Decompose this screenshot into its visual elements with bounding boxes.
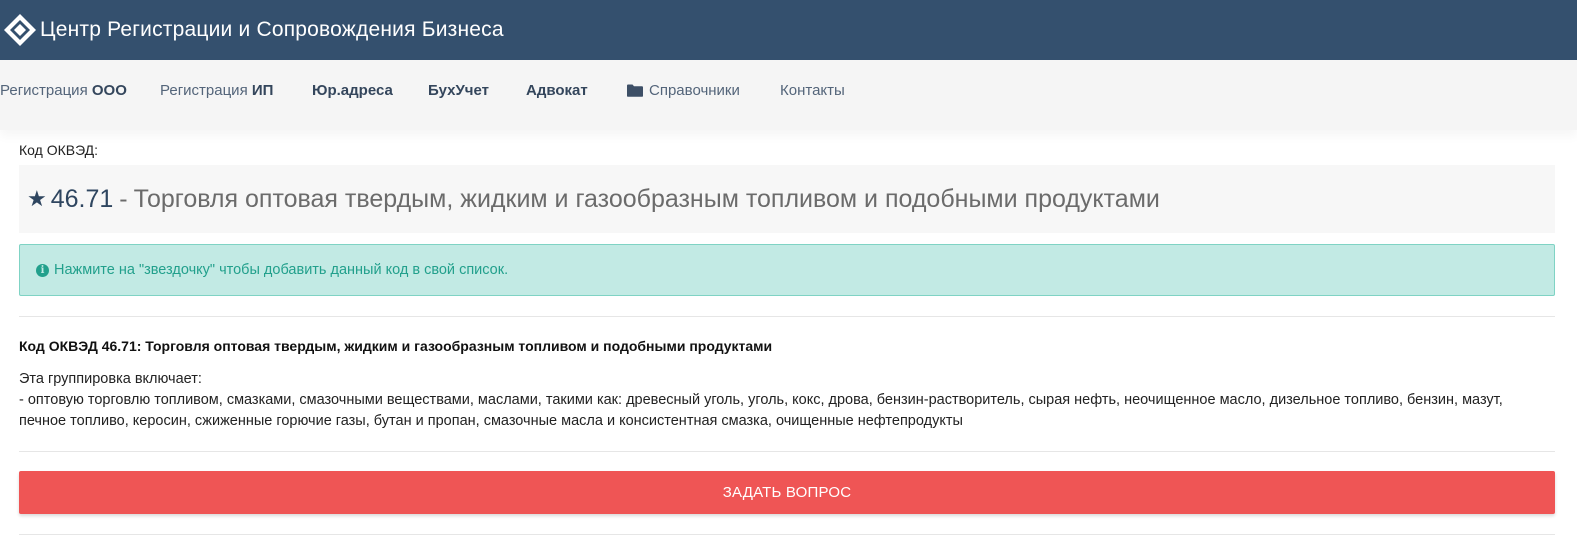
nav-item-contacts[interactable]: Контакты: [780, 60, 845, 122]
brand-title[interactable]: Центр Регистрации и Сопровождения Бизнес…: [40, 18, 504, 42]
okved-field-label: Код ОКВЭД:: [19, 142, 99, 158]
nav-item-register-ip[interactable]: Регистрация ИП: [160, 60, 273, 122]
description-heading: Код ОКВЭД 46.71: Торговля оптовая тверды…: [19, 338, 773, 354]
okved-code: 46.71: [50, 184, 114, 213]
ask-question-button[interactable]: ЗАДАТЬ ВОПРОС: [19, 471, 1555, 514]
okved-title: Торговля оптовая твердым, жидким и газоо…: [133, 184, 1160, 213]
top-header: Центр Регистрации и Сопровождения Бизнес…: [0, 0, 1577, 60]
info-icon: i: [36, 263, 49, 277]
code-separator: -: [119, 184, 128, 213]
description-intro: Эта группировка включает:: [19, 371, 202, 387]
nav-item-label: Регистрация: [160, 82, 252, 99]
nav-item-directories[interactable]: Справочники: [627, 60, 740, 122]
info-alert: i Нажмите на "звездочку" чтобы добавить …: [19, 244, 1555, 296]
okved-code-box: ★ 46.71 - Торговля оптовая твердым, жидк…: [19, 165, 1555, 233]
nav-item-accounting[interactable]: БухУчет: [428, 60, 489, 122]
main-nav: Регистрация ООО Регистрация ИП Юр.адреса…: [0, 60, 1577, 130]
alert-text: Нажмите на "звездочку" чтобы добавить да…: [54, 262, 509, 278]
divider: [19, 451, 1555, 452]
description-text: - оптовую торговлю топливом, смазками, с…: [19, 392, 1503, 429]
nav-item-register-ooo[interactable]: Регистрация ООО: [0, 60, 127, 122]
divider: [19, 534, 1555, 535]
description-body: Эта группировка включает: - оптовую торг…: [19, 369, 1549, 432]
folder-icon: [627, 84, 643, 97]
divider: [19, 316, 1555, 317]
nav-item-lawyer[interactable]: Адвокат: [526, 60, 588, 122]
nav-item-label-bold: ООО: [91, 82, 127, 99]
diamond-logo-icon[interactable]: [2, 12, 38, 48]
star-icon[interactable]: ★: [27, 186, 47, 212]
nav-item-label-bold: ИП: [251, 82, 274, 99]
nav-item-label: Справочники: [649, 82, 740, 99]
nav-item-label: Регистрация: [0, 82, 92, 99]
nav-item-legal-address[interactable]: Юр.адреса: [312, 60, 393, 122]
